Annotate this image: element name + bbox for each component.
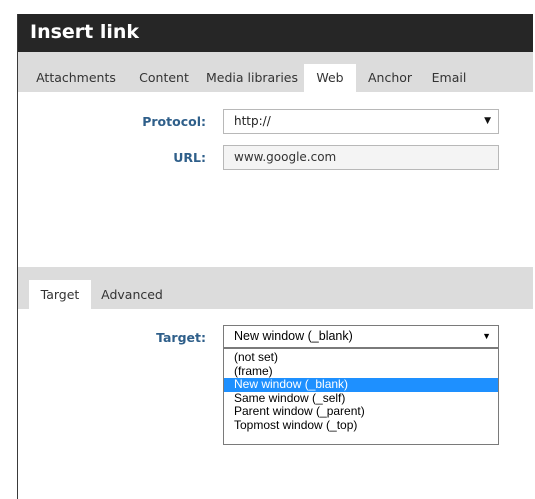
tab-content[interactable]: Content bbox=[128, 64, 200, 92]
target-option-not-set[interactable]: (not set) bbox=[224, 350, 498, 365]
chevron-down-icon: ▼ bbox=[482, 331, 491, 341]
tab-anchor[interactable]: Anchor bbox=[360, 64, 420, 92]
target-value: New window (_blank) bbox=[234, 329, 353, 343]
target-option-parent[interactable]: Parent window (_parent) bbox=[224, 404, 498, 419]
dialog-title: Insert link bbox=[30, 21, 140, 43]
tab-web[interactable]: Web bbox=[304, 64, 356, 92]
tab-target[interactable]: Target bbox=[29, 280, 91, 309]
tab-email[interactable]: Email bbox=[422, 64, 476, 92]
protocol-value: http:// bbox=[234, 114, 271, 128]
target-option-frame[interactable]: (frame) bbox=[224, 364, 498, 379]
dialog-titlebar: Insert link bbox=[18, 14, 533, 52]
protocol-label: Protocol: bbox=[142, 114, 206, 129]
target-option-blank[interactable]: New window (_blank) bbox=[224, 377, 498, 392]
target-option-top[interactable]: Topmost window (_top) bbox=[224, 418, 498, 433]
url-label: URL: bbox=[173, 150, 206, 165]
target-label: Target: bbox=[156, 330, 206, 345]
options-tabs: Target Advanced bbox=[18, 267, 533, 309]
protocol-select[interactable]: http:// ▼ bbox=[223, 109, 499, 134]
tab-advanced[interactable]: Advanced bbox=[92, 280, 172, 309]
tab-attachments[interactable]: Attachments bbox=[28, 64, 124, 92]
tab-media-libraries[interactable]: Media libraries bbox=[202, 64, 302, 92]
url-input[interactable]: www.google.com bbox=[223, 145, 499, 170]
target-option-self[interactable]: Same window (_self) bbox=[224, 391, 498, 406]
insert-link-dialog: Insert link Attachments Content Media li… bbox=[17, 14, 533, 499]
link-type-tabs: Attachments Content Media libraries Web … bbox=[18, 52, 533, 92]
chevron-down-icon: ▼ bbox=[484, 116, 491, 126]
target-dropdown-list: (not set) (frame) New window (_blank) Sa… bbox=[223, 348, 499, 445]
target-select[interactable]: New window (_blank) ▼ bbox=[223, 325, 499, 348]
